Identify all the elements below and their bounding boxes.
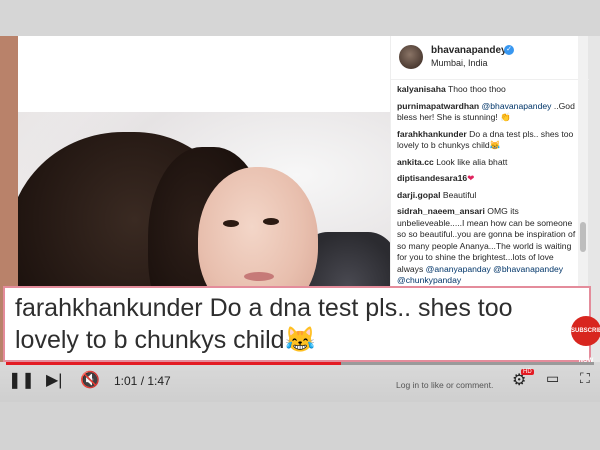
comment-item: darji.gopal Beautiful bbox=[397, 190, 581, 202]
avatar[interactable] bbox=[399, 45, 423, 69]
comment-text: ❤ bbox=[467, 173, 475, 183]
pause-icon[interactable]: ❚❚ bbox=[8, 370, 35, 390]
theater-icon[interactable]: ▭ bbox=[546, 370, 559, 387]
next-icon[interactable]: ▶| bbox=[46, 370, 62, 390]
post-location[interactable]: Mumbai, India bbox=[431, 58, 488, 68]
comment-user[interactable]: farahkhankunder bbox=[397, 129, 467, 139]
subscribe-button[interactable]: SUBSCRIBE NOW bbox=[571, 316, 600, 364]
comment-item: kalyanisaha Thoo thoo thoo bbox=[397, 84, 581, 96]
scrollbar-thumb[interactable] bbox=[580, 222, 586, 252]
top-bar bbox=[0, 0, 600, 36]
comment-user[interactable]: kalyanisaha bbox=[397, 84, 446, 94]
comment-item: ankita.cc Look like alia bhatt bbox=[397, 157, 581, 169]
login-prompt[interactable]: Log in to like or comment. bbox=[396, 380, 493, 390]
comment-user[interactable]: ankita.cc bbox=[397, 157, 434, 167]
comment-mention[interactable]: @bhavanapandey bbox=[482, 101, 552, 111]
photo-lips bbox=[244, 272, 274, 281]
comment-user[interactable]: diptisandesara16 bbox=[397, 173, 467, 183]
bottom-area bbox=[0, 402, 600, 450]
video-frame: bhavanapandey ✓ Mumbai, India kalyanisah… bbox=[0, 0, 600, 450]
verified-icon: ✓ bbox=[504, 45, 514, 55]
comment-text: Beautiful bbox=[442, 189, 477, 200]
progress-fill bbox=[6, 362, 342, 365]
caption-overlay: farahkhankunder Do a dna test pls.. shes… bbox=[3, 286, 591, 362]
fullscreen-icon[interactable]: ⛶ bbox=[580, 370, 590, 387]
comment-item: purnimapatwardhan @bhavanapandey ..God b… bbox=[397, 101, 581, 124]
time-display: 1:01 / 1:47 bbox=[114, 374, 171, 388]
caption-text: farahkhankunder Do a dna test pls.. shes… bbox=[15, 294, 513, 354]
photo-eye-right bbox=[263, 218, 279, 225]
comment-item: sidrah_naeem_ansari OMG its unbelieveabl… bbox=[397, 206, 581, 287]
post-header: bhavanapandey ✓ Mumbai, India bbox=[391, 36, 589, 80]
comment-text: Look like alia bhatt bbox=[436, 156, 508, 167]
comment-text: Thoo thoo thoo bbox=[447, 84, 506, 94]
comment-item: diptisandesara16❤ bbox=[397, 173, 581, 185]
comments-list: kalyanisaha Thoo thoo thoo purnimapatwar… bbox=[397, 84, 581, 292]
comment-user[interactable]: darji.gopal bbox=[397, 190, 440, 200]
mute-icon[interactable]: 🔇 bbox=[80, 370, 100, 390]
comment-item: farahkhankunder Do a dna test pls.. shes… bbox=[397, 129, 581, 152]
comment-user[interactable]: sidrah_naeem_ansari bbox=[397, 206, 485, 216]
video-controls: ❚❚ ▶| 🔇 1:01 / 1:47 Log in to like or co… bbox=[0, 362, 600, 402]
hd-badge: HD bbox=[521, 369, 534, 375]
post-owner-name[interactable]: bhavanapandey bbox=[431, 45, 507, 56]
photo-eye-left bbox=[223, 220, 239, 227]
comment-user[interactable]: purnimapatwardhan bbox=[397, 101, 479, 111]
